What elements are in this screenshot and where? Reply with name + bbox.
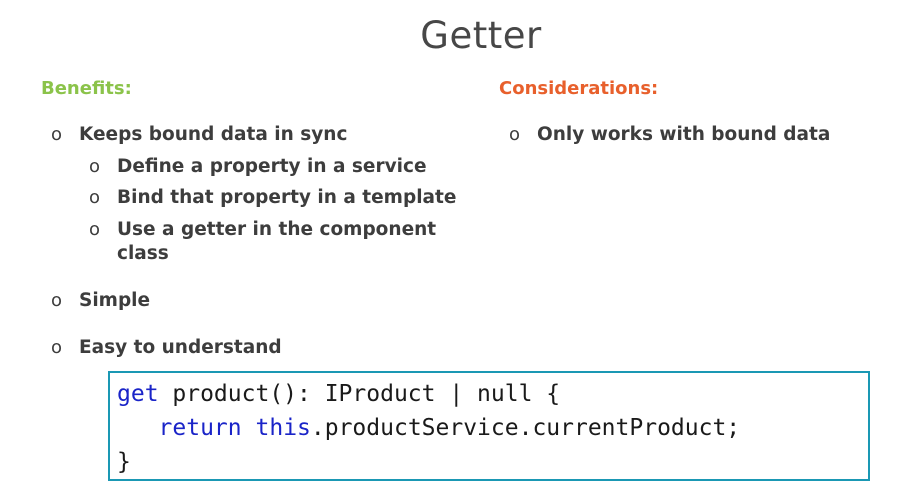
considerations-heading: Considerations: [499,78,659,99]
slide-title: Getter [420,14,542,57]
bullet-marker: o [89,156,101,177]
benefits-heading: Benefits: [41,78,132,99]
bullet-marker: o [509,124,521,145]
benefit-text: Easy to understand [79,337,282,358]
benefit-text: Bind that property in a template [117,187,457,208]
bullet-marker: o [89,219,101,240]
bullet-marker: o [51,290,63,311]
benefit-text: Use a getter in the component class [117,219,437,264]
consideration-text: Only works with bound data [537,124,831,145]
code-keyword: get [117,381,159,407]
benefit-text: Keeps bound data in sync [79,124,348,145]
code-keyword: this [255,415,311,441]
bullet-marker: o [51,337,63,358]
benefit-text: Simple [79,290,151,311]
code-text: } [117,449,131,475]
bullet-marker: o [51,124,63,145]
code-line-2: return this.productService.currentProduc… [117,413,741,443]
benefit-text: Define a property in a service [117,156,427,177]
code-line-3: } [117,447,131,477]
code-text: .productService.currentProduct; [310,415,741,441]
code-block: get product(): IProduct | null { return … [108,371,870,481]
code-line-1: get product(): IProduct | null { [117,379,560,409]
code-keyword: return [158,415,242,441]
code-text: product(): IProduct | null { [158,381,561,407]
bullet-marker: o [89,187,101,208]
